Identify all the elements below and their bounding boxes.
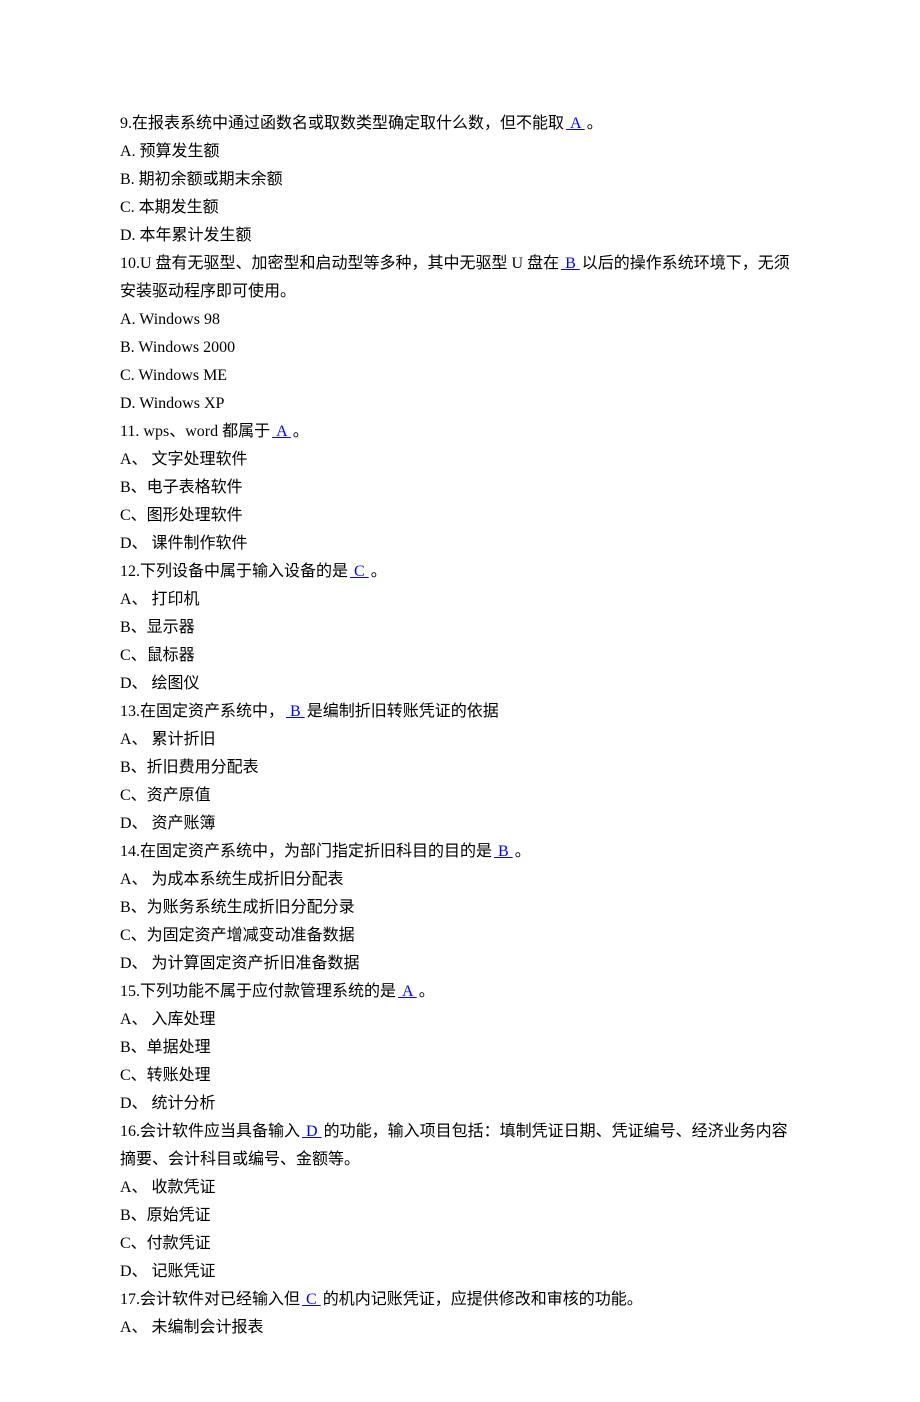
option-item: B. Windows 2000	[120, 334, 800, 362]
stem-text-after: 。	[419, 983, 435, 1000]
option-item: C、鼠标器	[120, 642, 800, 670]
option-item: C、转账处理	[120, 1062, 800, 1090]
option-item: A、 文字处理软件	[120, 446, 800, 474]
options-group: A、 为成本系统生成折旧分配表B、为账务系统生成折旧分配分录C、为固定资产增减变…	[120, 866, 800, 978]
question-number: 12	[120, 563, 136, 580]
options-group: A、 累计折旧B、折旧费用分配表C、资产原值D、 资产账簿	[120, 726, 800, 838]
option-item: A、 收款凭证	[120, 1174, 800, 1202]
question-number: 10	[120, 255, 136, 272]
option-item: B、原始凭证	[120, 1202, 800, 1230]
stem-text-after: 。	[293, 423, 309, 440]
option-item: A. Windows 98	[120, 306, 800, 334]
option-item: C. Windows ME	[120, 362, 800, 390]
options-group: A、 打印机B、显示器C、鼠标器D、 绘图仪	[120, 586, 800, 698]
option-item: C、图形处理软件	[120, 502, 800, 530]
question-number: 17	[120, 1291, 136, 1308]
question-stem: 12.下列设备中属于输入设备的是 C 。	[120, 558, 800, 586]
question-stem: 13.在固定资产系统中， B 是编制折旧转账凭证的依据	[120, 698, 800, 726]
stem-text-before: .U 盘有无驱型、加密型和启动型等多种，其中无驱型 U 盘在	[136, 255, 559, 272]
options-group: A、 收款凭证B、原始凭证C、付款凭证D、 记账凭证	[120, 1174, 800, 1286]
stem-text-after: 的机内记账凭证，应提供修改和审核的功能。	[323, 1291, 643, 1308]
question-number: 14	[120, 843, 136, 860]
option-item: A、 为成本系统生成折旧分配表	[120, 866, 800, 894]
option-item: A、 打印机	[120, 586, 800, 614]
option-item: A、 入库处理	[120, 1006, 800, 1034]
option-item: B. 期初余额或期末余额	[120, 166, 800, 194]
answer-blank: A	[396, 983, 419, 1000]
question-number: 11	[120, 423, 135, 440]
option-item: B、显示器	[120, 614, 800, 642]
option-item: B、折旧费用分配表	[120, 754, 800, 782]
option-item: C、为固定资产增减变动准备数据	[120, 922, 800, 950]
stem-text-after: 。	[587, 115, 603, 132]
question-stem: 11. wps、word 都属于 A 。	[120, 418, 800, 446]
answer-blank: B	[492, 843, 515, 860]
question-stem: 14.在固定资产系统中，为部门指定折旧科目的目的是 B 。	[120, 838, 800, 866]
options-group: A、 文字处理软件B、电子表格软件C、图形处理软件D、 课件制作软件	[120, 446, 800, 558]
question-stem: 16.会计软件应当具备输入 D 的功能，输入项目包括：填制凭证日期、凭证编号、经…	[120, 1118, 800, 1174]
question-stem: 9.在报表系统中通过函数名或取数类型确定取什么数，但不能取 A 。	[120, 110, 800, 138]
stem-text-after: 。	[371, 563, 387, 580]
options-group: A. Windows 98B. Windows 2000C. Windows M…	[120, 306, 800, 418]
answer-blank: C	[300, 1291, 323, 1308]
option-item: B、单据处理	[120, 1034, 800, 1062]
stem-text-before: .下列设备中属于输入设备的是	[136, 563, 348, 580]
stem-text-before: .在固定资产系统中，为部门指定折旧科目的目的是	[136, 843, 492, 860]
answer-blank: D	[300, 1123, 324, 1140]
stem-text-before: .下列功能不属于应付款管理系统的是	[136, 983, 396, 1000]
option-item: C. 本期发生额	[120, 194, 800, 222]
options-group: A. 预算发生额B. 期初余额或期末余额C. 本期发生额D. 本年累计发生额	[120, 138, 800, 250]
option-item: D、 绘图仪	[120, 670, 800, 698]
option-item: D. Windows XP	[120, 390, 800, 418]
answer-blank: B	[559, 255, 582, 272]
option-item: A、 累计折旧	[120, 726, 800, 754]
question-number: 9	[120, 115, 128, 132]
stem-text-before: .在固定资产系统中，	[136, 703, 284, 720]
options-group: A、 未编制会计报表	[120, 1314, 800, 1342]
stem-text-before: .会计软件应当具备输入	[136, 1123, 300, 1140]
option-item: B、为账务系统生成折旧分配分录	[120, 894, 800, 922]
option-item: D、 记账凭证	[120, 1258, 800, 1286]
option-item: C、付款凭证	[120, 1230, 800, 1258]
option-item: D、 统计分析	[120, 1090, 800, 1118]
stem-text-before: .在报表系统中通过函数名或取数类型确定取什么数，但不能取	[128, 115, 564, 132]
option-item: D、 课件制作软件	[120, 530, 800, 558]
answer-blank: C	[348, 563, 371, 580]
document-body: 9.在报表系统中通过函数名或取数类型确定取什么数，但不能取 A 。A. 预算发生…	[120, 110, 800, 1342]
option-item: A. 预算发生额	[120, 138, 800, 166]
option-item: D. 本年累计发生额	[120, 222, 800, 250]
answer-blank: A	[564, 115, 587, 132]
option-item: B、电子表格软件	[120, 474, 800, 502]
stem-text-after: 。	[515, 843, 531, 860]
question-number: 13	[120, 703, 136, 720]
question-stem: 10.U 盘有无驱型、加密型和启动型等多种，其中无驱型 U 盘在 B 以后的操作…	[120, 250, 800, 306]
option-item: A、 未编制会计报表	[120, 1314, 800, 1342]
question-number: 16	[120, 1123, 136, 1140]
stem-text-before: . wps、word 都属于	[135, 423, 270, 440]
options-group: A、 入库处理B、单据处理C、转账处理D、 统计分析	[120, 1006, 800, 1118]
question-stem: 15.下列功能不属于应付款管理系统的是 A 。	[120, 978, 800, 1006]
stem-text-before: .会计软件对已经输入但	[136, 1291, 300, 1308]
option-item: D、 资产账簿	[120, 810, 800, 838]
option-item: C、资产原值	[120, 782, 800, 810]
question-number: 15	[120, 983, 136, 1000]
question-stem: 17.会计软件对已经输入但 C 的机内记账凭证，应提供修改和审核的功能。	[120, 1286, 800, 1314]
stem-text-after: 是编制折旧转账凭证的依据	[307, 703, 499, 720]
answer-blank: A	[270, 423, 293, 440]
answer-blank: B	[284, 703, 307, 720]
option-item: D、 为计算固定资产折旧准备数据	[120, 950, 800, 978]
